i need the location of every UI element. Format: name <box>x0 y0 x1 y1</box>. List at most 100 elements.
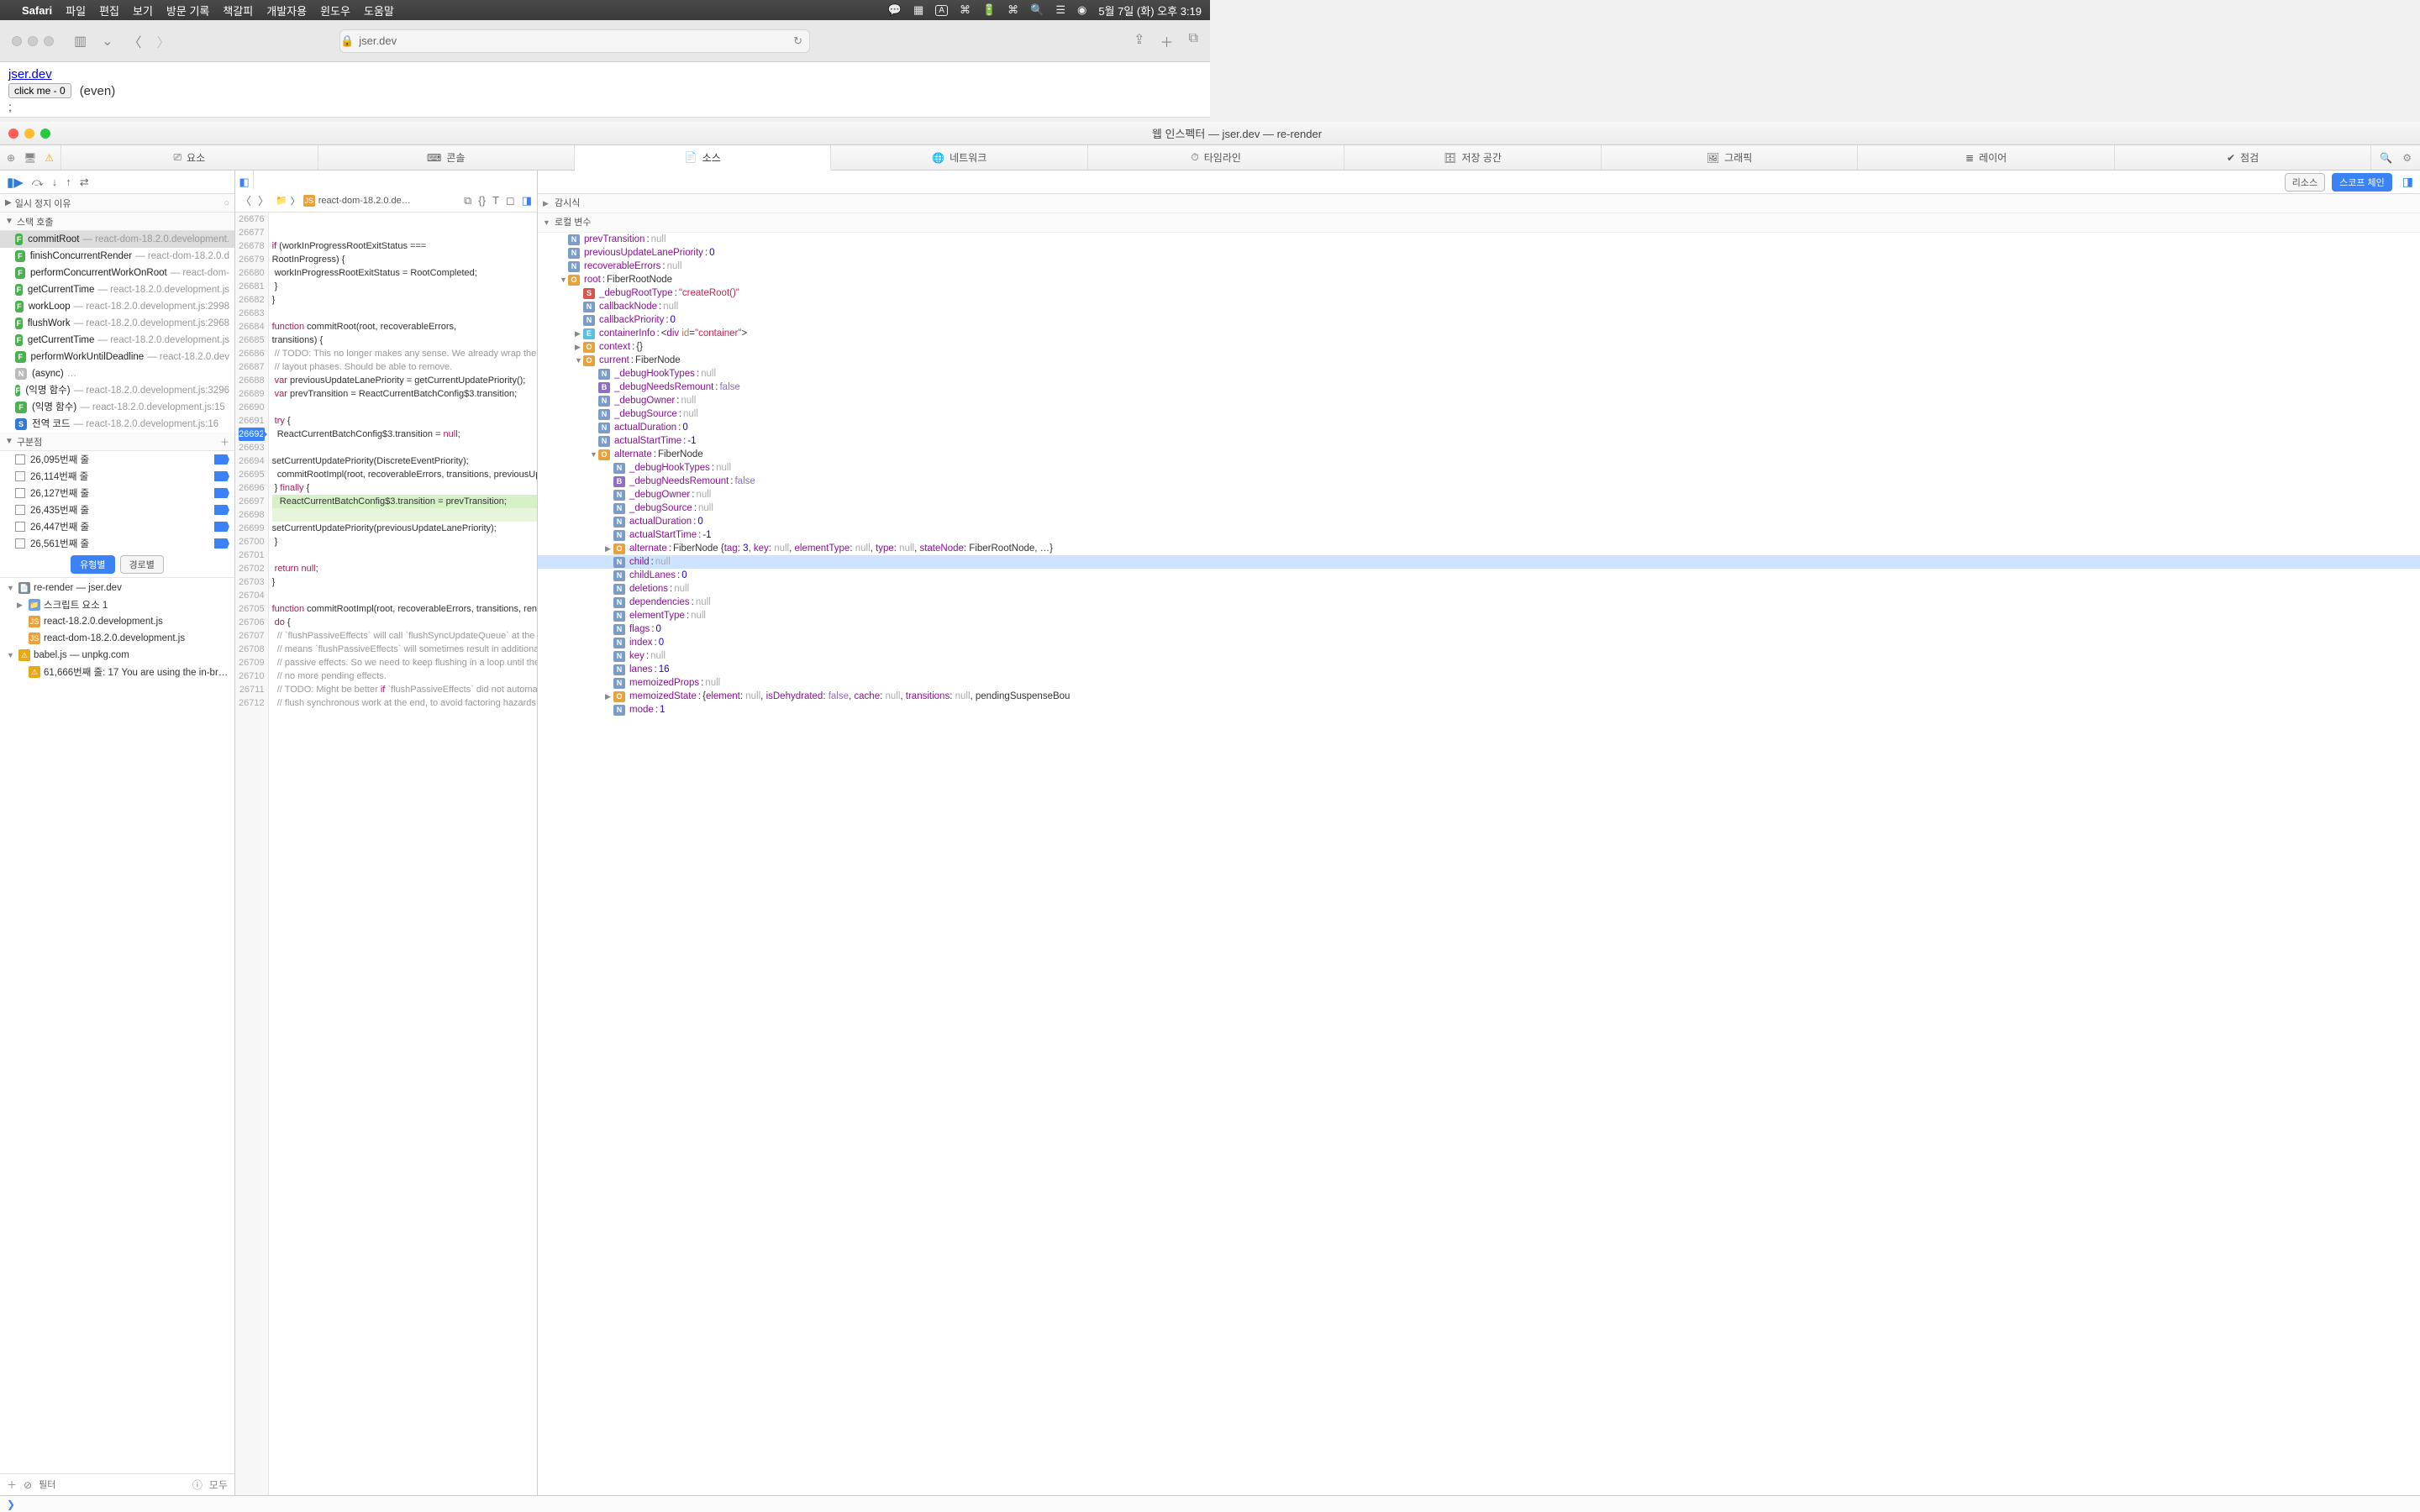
right-panel-toggle[interactable]: ◨ <box>522 194 532 207</box>
stack-frame[interactable]: S전역 코드 — react-18.2.0.development.js:16 <box>0 416 234 433</box>
maximize-inspector[interactable] <box>40 129 50 139</box>
left-panel-toggle[interactable]: ◧ <box>235 171 254 189</box>
add-icon[interactable]: ＋ <box>7 1478 17 1492</box>
back-button[interactable]: 〈 <box>125 31 145 51</box>
siri-icon[interactable]: ◉ <box>1077 3 1086 17</box>
close-inspector[interactable] <box>8 129 18 139</box>
scope-tree[interactable]: ▶감시식 ▼로컬 변수 NprevTransition: nullNprevio… <box>538 194 2420 1495</box>
filter-input[interactable] <box>39 1480 186 1490</box>
menu-edit[interactable]: 편집 <box>99 3 119 18</box>
tree-item[interactable]: JSreact-18.2.0.development.js <box>0 613 234 630</box>
scope-row[interactable]: ▶Oalternate: FiberNode {tag: 3, key: nul… <box>538 542 2420 555</box>
chevron-down-icon[interactable]: ⌄ <box>98 33 116 50</box>
stack-frame[interactable]: FflushWork — react-18.2.0.development.js… <box>0 315 234 332</box>
stack-frame[interactable]: F(익명 함수) — react-18.2.0.development.js:3… <box>0 382 234 399</box>
group-by-type[interactable]: 유형별 <box>71 555 114 574</box>
input-icon[interactable]: A <box>935 5 948 16</box>
stack-frame[interactable]: FperformConcurrentWorkOnRoot — react-dom… <box>0 265 234 281</box>
scope-row[interactable]: N_debugSource: null <box>538 407 2420 421</box>
step-icon[interactable]: ⇄ <box>80 176 89 189</box>
all-label[interactable]: 모두 <box>209 1478 228 1492</box>
menu-develop[interactable]: 개발자용 <box>266 3 307 18</box>
stack-frame[interactable]: N(async) … <box>0 365 234 382</box>
resume-icon[interactable]: ▮▶ <box>7 175 24 190</box>
stack-frame[interactable]: FcommitRoot — react-dom-18.2.0.developme… <box>0 231 234 248</box>
target-icon[interactable]: ⊕ <box>7 152 15 164</box>
address-bar[interactable]: 🔒 jser.dev ↻ <box>339 29 810 53</box>
step-out-icon[interactable]: ↑ <box>66 176 71 188</box>
breakpoints-header[interactable]: ▼구분점 ＋ <box>0 433 234 451</box>
scope-row[interactable]: N_debugSource: null <box>538 501 2420 515</box>
scope-row[interactable]: N_debugHookTypes: null <box>538 461 2420 475</box>
maximize-window[interactable] <box>44 36 54 46</box>
add-breakpoint-icon[interactable]: ＋ <box>220 435 229 449</box>
scope-row[interactable]: NcallbackNode: null <box>538 300 2420 313</box>
breakpoint-item[interactable]: 26,114번째 줄 <box>0 468 234 485</box>
nav-fwd-icon[interactable]: 〉 <box>258 192 269 208</box>
nav-back-icon[interactable]: 〈 <box>240 192 251 208</box>
minimize-inspector[interactable] <box>24 129 34 139</box>
tab-layers[interactable]: ≣레이어 <box>1858 145 2114 170</box>
scope-row[interactable]: ▶EcontainerInfo: <div id="container"> <box>538 327 2420 340</box>
wifi-icon[interactable]: ⌘ <box>1007 3 1018 17</box>
breakpoint-item[interactable]: 26,127번째 줄 <box>0 485 234 501</box>
scope-row[interactable]: N_debugOwner: null <box>538 394 2420 407</box>
scope-row[interactable]: NmemoizedProps: null <box>538 676 2420 690</box>
tab-graphics[interactable]: 🖼그래픽 <box>1602 145 1858 170</box>
scope-row[interactable]: N_debugOwner: null <box>538 488 2420 501</box>
inspector-search-icon[interactable]: 🔍 <box>2380 152 2392 164</box>
grid-icon[interactable]: ▦ <box>913 3 923 17</box>
tree-item[interactable]: ▶📁스크립트 요소 1 <box>0 596 234 613</box>
scope-row[interactable]: NprevTransition: null <box>538 233 2420 246</box>
menu-bookmarks[interactable]: 책갈피 <box>223 3 253 18</box>
scope-row[interactable]: Ndependencies: null <box>538 596 2420 609</box>
braces-icon[interactable]: {} <box>478 194 486 207</box>
battery-icon[interactable]: 🔋 <box>982 3 996 17</box>
local-vars-header[interactable]: ▼로컬 변수 <box>538 213 2420 233</box>
tab-sources[interactable]: 📄소스 <box>575 145 831 171</box>
right-panel-toggle-2[interactable]: ◨ <box>2402 175 2413 189</box>
scope-row[interactable]: Nmode: 1 <box>538 703 2420 717</box>
share-icon[interactable]: ⇪ <box>1134 31 1144 51</box>
scope-row[interactable]: Nchild: null <box>538 555 2420 569</box>
forward-button[interactable]: 〉 <box>154 31 174 51</box>
stack-frame[interactable]: FworkLoop — react-18.2.0.development.js:… <box>0 298 234 315</box>
tab-elements[interactable]: ⎚요소 <box>61 145 318 170</box>
search-icon[interactable]: 🔍 <box>1030 3 1044 17</box>
control-center-icon[interactable]: ☰ <box>1055 3 1065 17</box>
tab-network[interactable]: 🌐네트워크 <box>831 145 1087 170</box>
breakpoint-item[interactable]: 26,095번째 줄 <box>0 451 234 468</box>
breakpoint-item[interactable]: 26,435번째 줄 <box>0 501 234 518</box>
scope-row[interactable]: NactualStartTime: -1 <box>538 528 2420 542</box>
scope-row[interactable]: NrecoverableErrors: null <box>538 260 2420 273</box>
scope-row[interactable]: NelementType: null <box>538 609 2420 622</box>
breadcrumb[interactable]: 📁〉 JS react-dom-18.2.0.de… <box>276 194 411 207</box>
close-window[interactable] <box>12 36 22 46</box>
page-link[interactable]: jser.dev <box>8 67 52 81</box>
app-name[interactable]: Safari <box>22 4 52 17</box>
chat-icon[interactable]: 💬 <box>888 3 902 17</box>
type-icon[interactable]: T <box>492 194 499 207</box>
scope-row[interactable]: ▼Oroot: FiberRootNode <box>538 273 2420 286</box>
step-into-icon[interactable]: ↓ <box>52 176 58 188</box>
tab-console[interactable]: ⌨콘솔 <box>318 145 575 170</box>
scope-row[interactable]: NcallbackPriority: 0 <box>538 313 2420 327</box>
sidebar-icon[interactable]: ▥ <box>71 33 90 50</box>
menu-file[interactable]: 파일 <box>66 3 86 18</box>
menu-help[interactable]: 도움말 <box>364 3 394 18</box>
menu-window[interactable]: 윈도우 <box>320 3 350 18</box>
copy-icon[interactable]: ⧉ <box>464 194 471 207</box>
scope-row[interactable]: ▶OmemoizedState: {element: null, isDehyd… <box>538 690 2420 703</box>
device-icon[interactable]: 🖥 <box>24 152 36 164</box>
tabs-icon[interactable]: ⧉ <box>1189 31 1198 51</box>
scope-row[interactable]: Nflags: 0 <box>538 622 2420 636</box>
info-icon[interactable]: ⓘ <box>192 1478 203 1492</box>
watch-header[interactable]: ▶감시식 <box>538 194 2420 213</box>
inspector-titlebar[interactable]: 웹 인스펙터 — jser.dev — re-render <box>0 122 2420 145</box>
scope-row[interactable]: N_debugHookTypes: null <box>538 367 2420 381</box>
coverage-icon[interactable]: ◻ <box>506 194 515 207</box>
minimize-window[interactable] <box>28 36 38 46</box>
scope-row[interactable]: Nlanes: 16 <box>538 663 2420 676</box>
breakpoint-item[interactable]: 26,561번째 줄 <box>0 535 234 552</box>
breakpoint-item[interactable]: 26,447번째 줄 <box>0 518 234 535</box>
